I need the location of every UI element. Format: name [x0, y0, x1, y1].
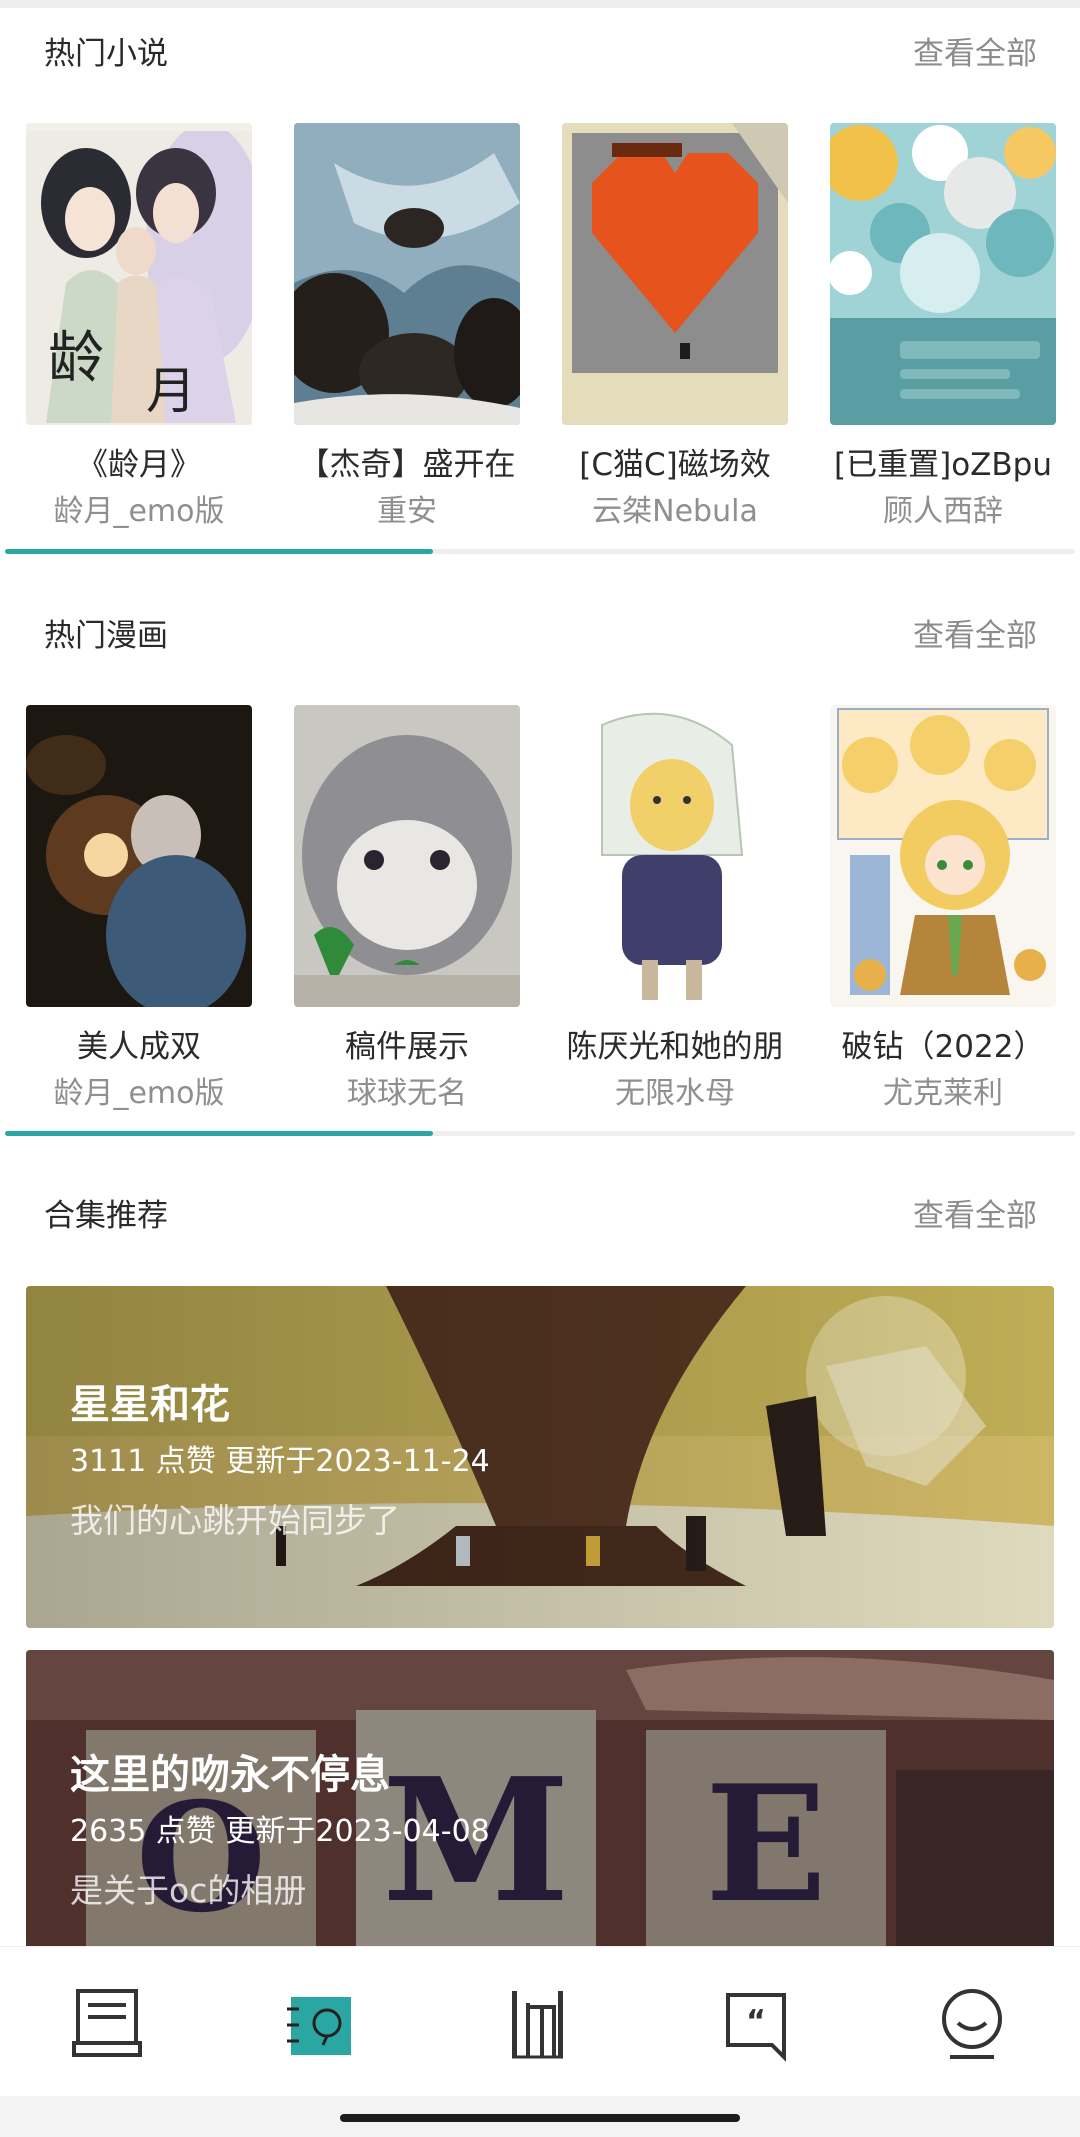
book-cover[interactable]: [562, 123, 788, 425]
tab-bookshelf[interactable]: [68, 1985, 148, 2065]
comic-cover[interactable]: [830, 705, 1056, 1007]
tab-library[interactable]: [498, 1985, 578, 2065]
profile-icon: [942, 1989, 1002, 2059]
novels-section-header: 热门小说 查看全部: [0, 10, 1080, 90]
tab-profile[interactable]: [932, 1985, 1012, 2065]
comics-section-header: 热门漫画 查看全部: [0, 592, 1080, 672]
status-strip: [0, 0, 1080, 8]
card-title: 破钻（2022）: [841, 1029, 1045, 1065]
collection-card[interactable]: O M E 这里的吻永不停息 2635 点赞 更新于2023-04-08 是关于…: [26, 1650, 1054, 1946]
collection-description: 是关于oc的相册: [70, 1871, 307, 1910]
card-title: 陈厌光和她的朋: [566, 1029, 784, 1065]
gesture-area: [0, 2096, 1080, 2137]
book-cover[interactable]: [294, 123, 520, 425]
comic-cover[interactable]: [562, 705, 788, 1007]
card-title: 【杰奇】盛开在: [298, 447, 516, 483]
novel-card[interactable]: [C猫C]磁场效 云桀Nebula: [562, 123, 788, 530]
svg-text:“: “: [746, 2004, 766, 2039]
collection-title: 星星和花: [70, 1382, 230, 1428]
card-author: 无限水母: [615, 1076, 735, 1111]
section-title: 热门小说: [44, 36, 168, 72]
home-gesture-bar[interactable]: [340, 2114, 740, 2122]
collection-title: 这里的吻永不停息: [70, 1752, 390, 1798]
quote-icon: “: [726, 1993, 786, 2062]
library-icon: [512, 1991, 563, 2059]
collection-meta: 3111 点赞 更新于2023-11-24: [70, 1444, 490, 1479]
card-author: 球球无名: [347, 1076, 467, 1111]
see-all-link[interactable]: 查看全部: [913, 28, 1037, 73]
discover-icon: [287, 1997, 351, 2055]
comic-card[interactable]: 破钻（2022） 尤克莱利: [830, 705, 1056, 1112]
card-author: 重安: [377, 494, 437, 529]
comic-card[interactable]: 陈厌光和她的朋 无限水母: [562, 705, 788, 1112]
card-author: 云桀Nebula: [592, 494, 758, 529]
comic-card[interactable]: 稿件展示 球球无名: [294, 705, 520, 1112]
cover-calligraphy: 龄: [48, 326, 104, 391]
card-author: 龄月_emo版: [53, 494, 225, 529]
bottom-tab-bar: “: [0, 1946, 1080, 2097]
novel-card[interactable]: [已重置]oZBpu 顾人西辞: [830, 123, 1056, 530]
see-all-link[interactable]: 查看全部: [913, 610, 1037, 655]
novels-scroll-indicator: [5, 549, 1075, 554]
card-title: [C猫C]磁场效: [579, 447, 771, 483]
book-cover[interactable]: 龄 月: [26, 123, 252, 425]
section-title: 热门漫画: [44, 618, 168, 654]
scroll-thumb: [5, 1131, 433, 1136]
collections-section-header: 合集推荐 查看全部: [0, 1172, 1080, 1252]
scroll-thumb: [5, 549, 433, 554]
card-author: 龄月_emo版: [53, 1076, 225, 1111]
comic-cover[interactable]: [294, 705, 520, 1007]
section-title: 合集推荐: [44, 1198, 168, 1234]
book-cover[interactable]: [830, 123, 1056, 425]
tab-discover[interactable]: [283, 1985, 363, 2065]
collection-description: 我们的心跳开始同步了: [70, 1501, 400, 1540]
novel-card[interactable]: 【杰奇】盛开在 重安: [294, 123, 520, 530]
cover-calligraphy: 月: [146, 362, 196, 420]
see-all-link[interactable]: 查看全部: [913, 1190, 1037, 1235]
novel-card[interactable]: 龄 月 《龄月》 龄月_emo版: [26, 123, 252, 530]
tab-quotes[interactable]: “: [716, 1985, 796, 2065]
comic-card[interactable]: 美人成双 龄月_emo版: [26, 705, 252, 1112]
card-title: 美人成双: [77, 1029, 201, 1065]
card-title: 《龄月》: [77, 447, 201, 483]
card-author: 尤克莱利: [883, 1076, 1003, 1111]
card-title: 稿件展示: [345, 1029, 469, 1065]
card-author: 顾人西辞: [883, 494, 1003, 529]
bookshelf-icon: [72, 1989, 142, 2057]
comics-scroll-indicator: [5, 1131, 1075, 1136]
card-title: [已重置]oZBpu: [834, 447, 1052, 483]
collection-meta: 2635 点赞 更新于2023-04-08: [70, 1814, 490, 1849]
collection-card[interactable]: 星星和花 3111 点赞 更新于2023-11-24 我们的心跳开始同步了: [26, 1286, 1054, 1628]
comic-cover[interactable]: [26, 705, 252, 1007]
